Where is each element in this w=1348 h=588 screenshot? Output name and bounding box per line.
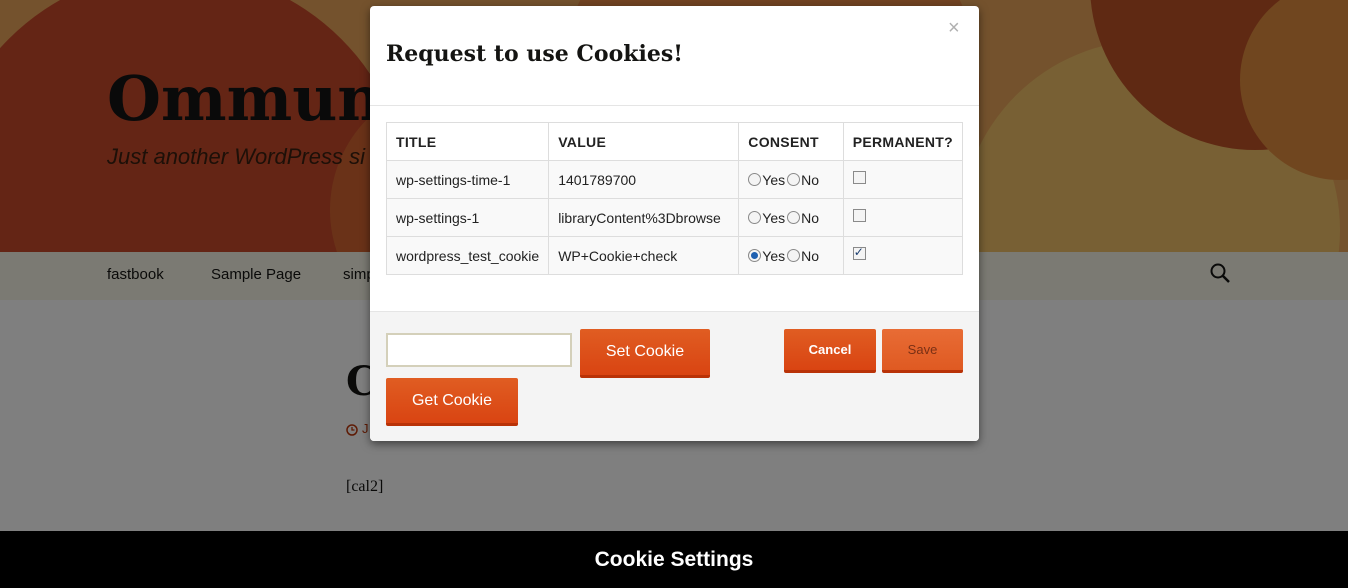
consent-no-label: No bbox=[801, 171, 820, 188]
permanent-cell bbox=[842, 198, 964, 237]
set-cookie-button[interactable]: Set Cookie bbox=[580, 329, 710, 378]
consent-yes-radio[interactable] bbox=[748, 210, 762, 224]
cookie-name-input[interactable] bbox=[386, 333, 572, 367]
consent-cell: Yes No bbox=[738, 198, 844, 237]
permanent-checkbox[interactable] bbox=[852, 209, 866, 223]
column-header-consent: CONSENT bbox=[738, 122, 844, 161]
table-header-row: TITLE VALUE CONSENT PERMANENT? bbox=[385, 122, 964, 161]
table-row: wp-settings-time-1 1401789700 Yes No bbox=[385, 160, 964, 199]
cookie-settings-label[interactable]: Cookie Settings bbox=[595, 548, 754, 572]
permanent-cell bbox=[842, 236, 964, 275]
consent-no-radio[interactable] bbox=[787, 172, 801, 186]
cookie-title: wp-settings-time-1 bbox=[385, 160, 550, 199]
consent-cell: Yes No bbox=[738, 160, 844, 199]
cancel-button[interactable]: Cancel bbox=[784, 329, 876, 373]
table-row: wordpress_test_cookie WP+Cookie+check Ye… bbox=[385, 236, 964, 275]
column-header-title: TITLE bbox=[385, 122, 550, 161]
consent-yes-label: Yes bbox=[762, 171, 786, 188]
cookie-title: wordpress_test_cookie bbox=[385, 236, 550, 275]
consent-cell: Yes No bbox=[738, 236, 844, 275]
consent-no-label: No bbox=[801, 209, 820, 226]
get-cookie-button[interactable]: Get Cookie bbox=[386, 378, 518, 426]
consent-no-radio[interactable] bbox=[787, 248, 801, 262]
column-header-value: VALUE bbox=[548, 122, 740, 161]
cookie-title: wp-settings-1 bbox=[385, 198, 550, 237]
modal-title: Request to use Cookies! bbox=[386, 41, 683, 67]
modal-footer: Set Cookie Get Cookie Cancel Save bbox=[370, 311, 979, 441]
table-row: wp-settings-1 libraryContent%3Dbrowse Ye… bbox=[385, 198, 964, 237]
consent-no-radio[interactable] bbox=[787, 210, 801, 224]
permanent-checkbox[interactable] bbox=[852, 245, 866, 261]
cookie-value: libraryContent%3Dbrowse bbox=[548, 198, 740, 237]
consent-no-label: No bbox=[801, 247, 820, 264]
cookie-table: TITLE VALUE CONSENT PERMANENT? wp-settin… bbox=[385, 122, 964, 275]
close-icon[interactable]: × bbox=[948, 18, 960, 38]
cookie-value: WP+Cookie+check bbox=[548, 236, 740, 275]
permanent-checkbox[interactable] bbox=[852, 171, 866, 185]
consent-yes-radio[interactable] bbox=[748, 248, 762, 262]
cookie-modal: Request to use Cookies! × TITLE VALUE CO… bbox=[370, 6, 979, 441]
cookie-settings-bar[interactable]: Cookie Settings bbox=[0, 531, 1348, 588]
column-header-permanent: PERMANENT? bbox=[842, 122, 964, 161]
consent-yes-label: Yes bbox=[762, 247, 786, 264]
permanent-cell bbox=[842, 160, 964, 199]
consent-yes-radio[interactable] bbox=[748, 172, 762, 186]
cookie-value: 1401789700 bbox=[548, 160, 740, 199]
save-button[interactable]: Save bbox=[882, 329, 963, 373]
modal-header: Request to use Cookies! × bbox=[370, 6, 979, 106]
consent-yes-label: Yes bbox=[762, 209, 786, 226]
